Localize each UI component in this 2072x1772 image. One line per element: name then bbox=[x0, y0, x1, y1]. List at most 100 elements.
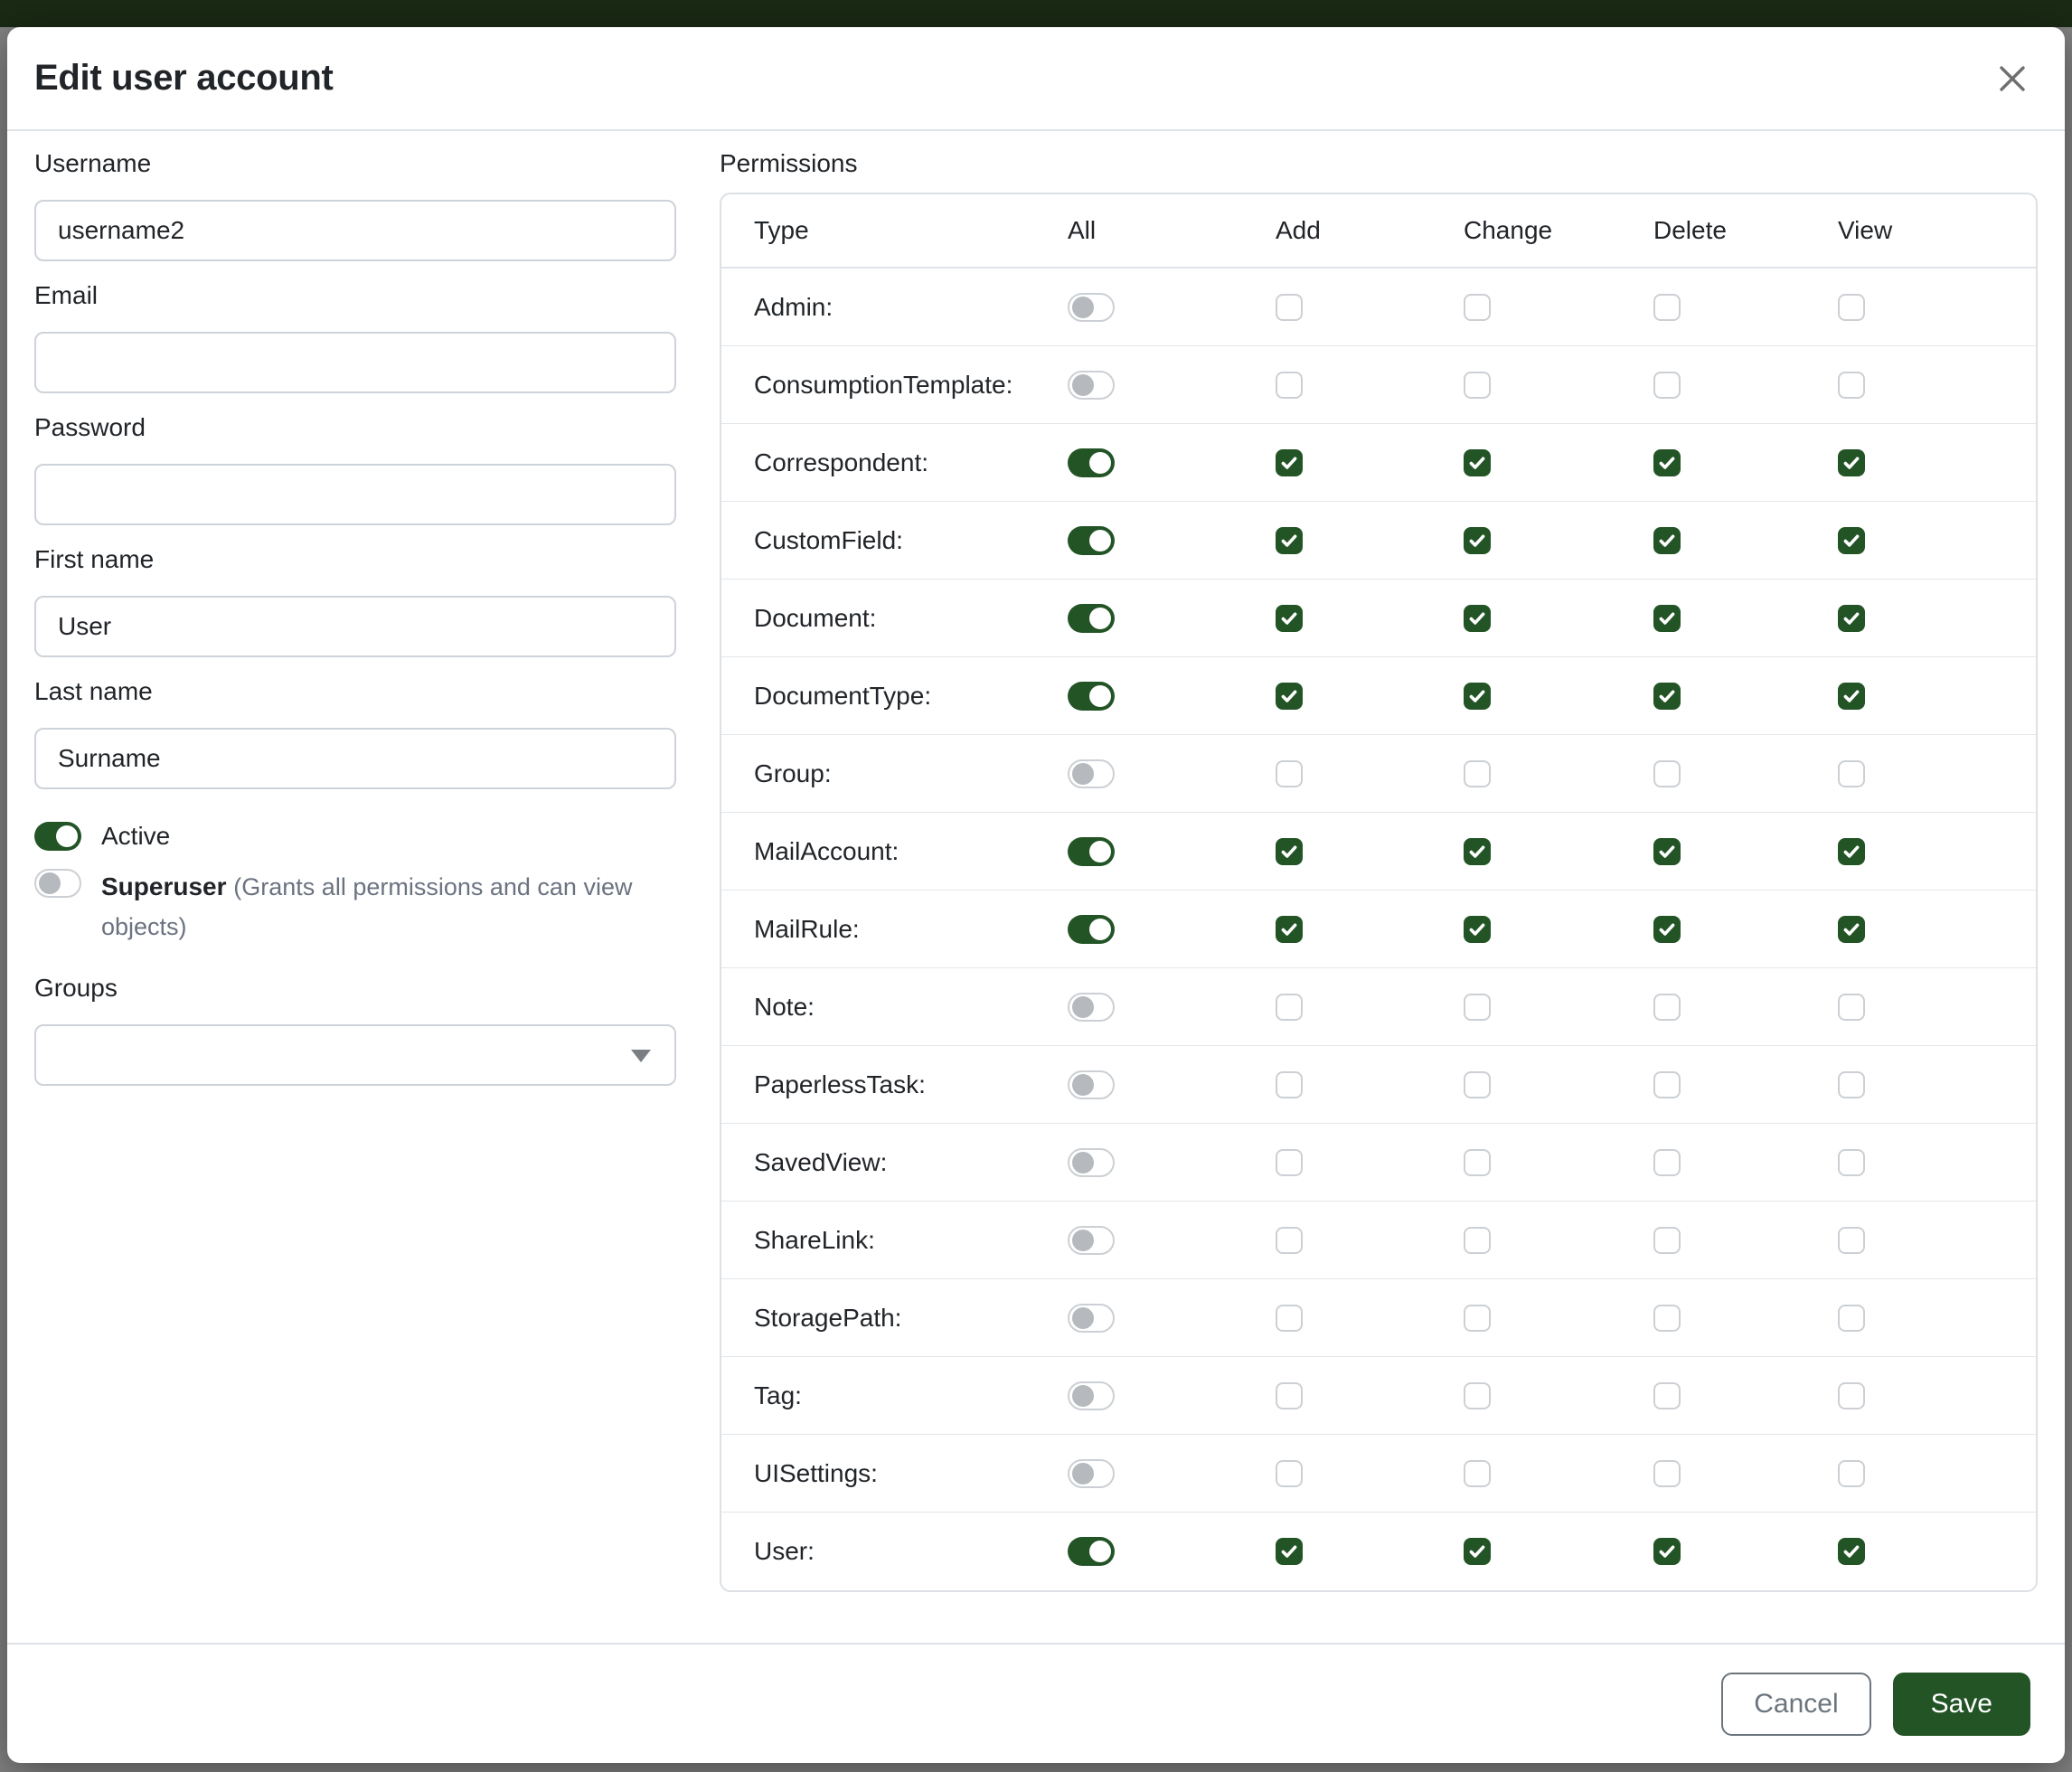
permission-delete-checkbox[interactable] bbox=[1653, 994, 1681, 1021]
permission-view-checkbox[interactable] bbox=[1838, 994, 1865, 1021]
permission-add-checkbox[interactable] bbox=[1276, 1071, 1303, 1098]
first-name-input[interactable] bbox=[34, 596, 676, 657]
permission-change-checkbox[interactable] bbox=[1464, 1382, 1491, 1409]
permission-all-toggle[interactable] bbox=[1068, 1459, 1115, 1488]
permission-change-checkbox[interactable] bbox=[1464, 1071, 1491, 1098]
permission-add-checkbox[interactable] bbox=[1276, 1382, 1303, 1409]
permission-add-checkbox[interactable] bbox=[1276, 1227, 1303, 1254]
permission-add-checkbox[interactable] bbox=[1276, 760, 1303, 787]
permission-view-checkbox[interactable] bbox=[1838, 683, 1865, 710]
permission-view-checkbox[interactable] bbox=[1838, 294, 1865, 321]
permission-change-checkbox[interactable] bbox=[1464, 1149, 1491, 1176]
permission-delete-checkbox[interactable] bbox=[1653, 1305, 1681, 1332]
permission-view-checkbox[interactable] bbox=[1838, 449, 1865, 476]
close-button[interactable] bbox=[1992, 59, 2032, 99]
permission-delete-checkbox[interactable] bbox=[1653, 294, 1681, 321]
permission-all-toggle[interactable] bbox=[1068, 993, 1115, 1022]
permission-add-checkbox[interactable] bbox=[1276, 1460, 1303, 1487]
permission-add-checkbox[interactable] bbox=[1276, 372, 1303, 399]
toggle-knob bbox=[1072, 297, 1094, 318]
permission-add-checkbox[interactable] bbox=[1276, 994, 1303, 1021]
permission-all-toggle[interactable] bbox=[1068, 448, 1115, 477]
permission-change-checkbox[interactable] bbox=[1464, 1538, 1491, 1565]
permission-all-toggle[interactable] bbox=[1068, 371, 1115, 400]
username-input[interactable] bbox=[34, 200, 676, 261]
permission-all-toggle[interactable] bbox=[1068, 837, 1115, 866]
permission-all-toggle[interactable] bbox=[1068, 526, 1115, 555]
permission-all-toggle[interactable] bbox=[1068, 604, 1115, 633]
permission-all-toggle[interactable] bbox=[1068, 1070, 1115, 1099]
permission-view-checkbox[interactable] bbox=[1838, 916, 1865, 943]
permission-all-toggle[interactable] bbox=[1068, 1537, 1115, 1566]
permission-change-checkbox[interactable] bbox=[1464, 838, 1491, 865]
permission-all-toggle[interactable] bbox=[1068, 1381, 1115, 1410]
permission-view-checkbox[interactable] bbox=[1838, 1382, 1865, 1409]
permission-view-checkbox[interactable] bbox=[1838, 1538, 1865, 1565]
groups-select[interactable] bbox=[34, 1024, 676, 1086]
password-input[interactable] bbox=[34, 464, 676, 525]
superuser-toggle[interactable] bbox=[34, 869, 81, 898]
permission-delete-checkbox[interactable] bbox=[1653, 605, 1681, 632]
permission-change-checkbox[interactable] bbox=[1464, 449, 1491, 476]
permission-view-checkbox[interactable] bbox=[1838, 838, 1865, 865]
permission-view-checkbox[interactable] bbox=[1838, 1071, 1865, 1098]
permission-change-checkbox[interactable] bbox=[1464, 994, 1491, 1021]
email-input[interactable] bbox=[34, 332, 676, 393]
permission-view-checkbox[interactable] bbox=[1838, 372, 1865, 399]
permission-change-checkbox[interactable] bbox=[1464, 1460, 1491, 1487]
permission-change-checkbox[interactable] bbox=[1464, 683, 1491, 710]
permission-all-toggle[interactable] bbox=[1068, 293, 1115, 322]
permission-view-checkbox[interactable] bbox=[1838, 1227, 1865, 1254]
permission-delete-checkbox[interactable] bbox=[1653, 372, 1681, 399]
permission-view-checkbox[interactable] bbox=[1838, 1149, 1865, 1176]
permission-change-checkbox[interactable] bbox=[1464, 527, 1491, 554]
permission-view-checkbox[interactable] bbox=[1838, 1460, 1865, 1487]
last-name-label: Last name bbox=[34, 677, 676, 706]
permission-all-toggle[interactable] bbox=[1068, 682, 1115, 711]
permission-add-checkbox[interactable] bbox=[1276, 1149, 1303, 1176]
permission-delete-checkbox[interactable] bbox=[1653, 1227, 1681, 1254]
permission-add-checkbox[interactable] bbox=[1276, 838, 1303, 865]
permission-change-checkbox[interactable] bbox=[1464, 1305, 1491, 1332]
permission-add-checkbox[interactable] bbox=[1276, 294, 1303, 321]
save-button[interactable]: Save bbox=[1893, 1673, 2030, 1736]
active-toggle[interactable] bbox=[34, 822, 81, 851]
permission-add-checkbox[interactable] bbox=[1276, 683, 1303, 710]
permission-add-checkbox[interactable] bbox=[1276, 1305, 1303, 1332]
permission-all-toggle[interactable] bbox=[1068, 1148, 1115, 1177]
permission-delete-checkbox[interactable] bbox=[1653, 1538, 1681, 1565]
permission-change-checkbox[interactable] bbox=[1464, 760, 1491, 787]
permission-delete-checkbox[interactable] bbox=[1653, 838, 1681, 865]
permission-view-checkbox[interactable] bbox=[1838, 1305, 1865, 1332]
permission-delete-checkbox[interactable] bbox=[1653, 449, 1681, 476]
permission-change-checkbox[interactable] bbox=[1464, 294, 1491, 321]
permission-all-toggle[interactable] bbox=[1068, 1304, 1115, 1333]
permission-delete-checkbox[interactable] bbox=[1653, 1460, 1681, 1487]
permission-add-checkbox[interactable] bbox=[1276, 527, 1303, 554]
permission-delete-checkbox[interactable] bbox=[1653, 1071, 1681, 1098]
permission-change-checkbox[interactable] bbox=[1464, 916, 1491, 943]
permission-view-checkbox[interactable] bbox=[1838, 760, 1865, 787]
permission-view-checkbox[interactable] bbox=[1838, 605, 1865, 632]
permission-change-checkbox[interactable] bbox=[1464, 372, 1491, 399]
permission-delete-checkbox[interactable] bbox=[1653, 527, 1681, 554]
permission-delete-checkbox[interactable] bbox=[1653, 1382, 1681, 1409]
permission-add-checkbox[interactable] bbox=[1276, 605, 1303, 632]
permission-add-checkbox[interactable] bbox=[1276, 1538, 1303, 1565]
last-name-input[interactable] bbox=[34, 728, 676, 789]
toggle-knob bbox=[1089, 608, 1111, 629]
permission-add-checkbox[interactable] bbox=[1276, 916, 1303, 943]
permission-delete-checkbox[interactable] bbox=[1653, 916, 1681, 943]
permission-delete-checkbox[interactable] bbox=[1653, 1149, 1681, 1176]
permission-all-toggle[interactable] bbox=[1068, 1226, 1115, 1255]
permission-all-toggle[interactable] bbox=[1068, 915, 1115, 944]
permission-add-checkbox[interactable] bbox=[1276, 449, 1303, 476]
permission-delete-checkbox[interactable] bbox=[1653, 760, 1681, 787]
permission-change-checkbox[interactable] bbox=[1464, 1227, 1491, 1254]
permission-delete-checkbox[interactable] bbox=[1653, 683, 1681, 710]
permission-change-checkbox[interactable] bbox=[1464, 605, 1491, 632]
permission-view-checkbox[interactable] bbox=[1838, 527, 1865, 554]
permission-all-toggle[interactable] bbox=[1068, 759, 1115, 788]
cancel-button[interactable]: Cancel bbox=[1721, 1673, 1870, 1736]
permission-row: StoragePath: bbox=[721, 1279, 2036, 1357]
